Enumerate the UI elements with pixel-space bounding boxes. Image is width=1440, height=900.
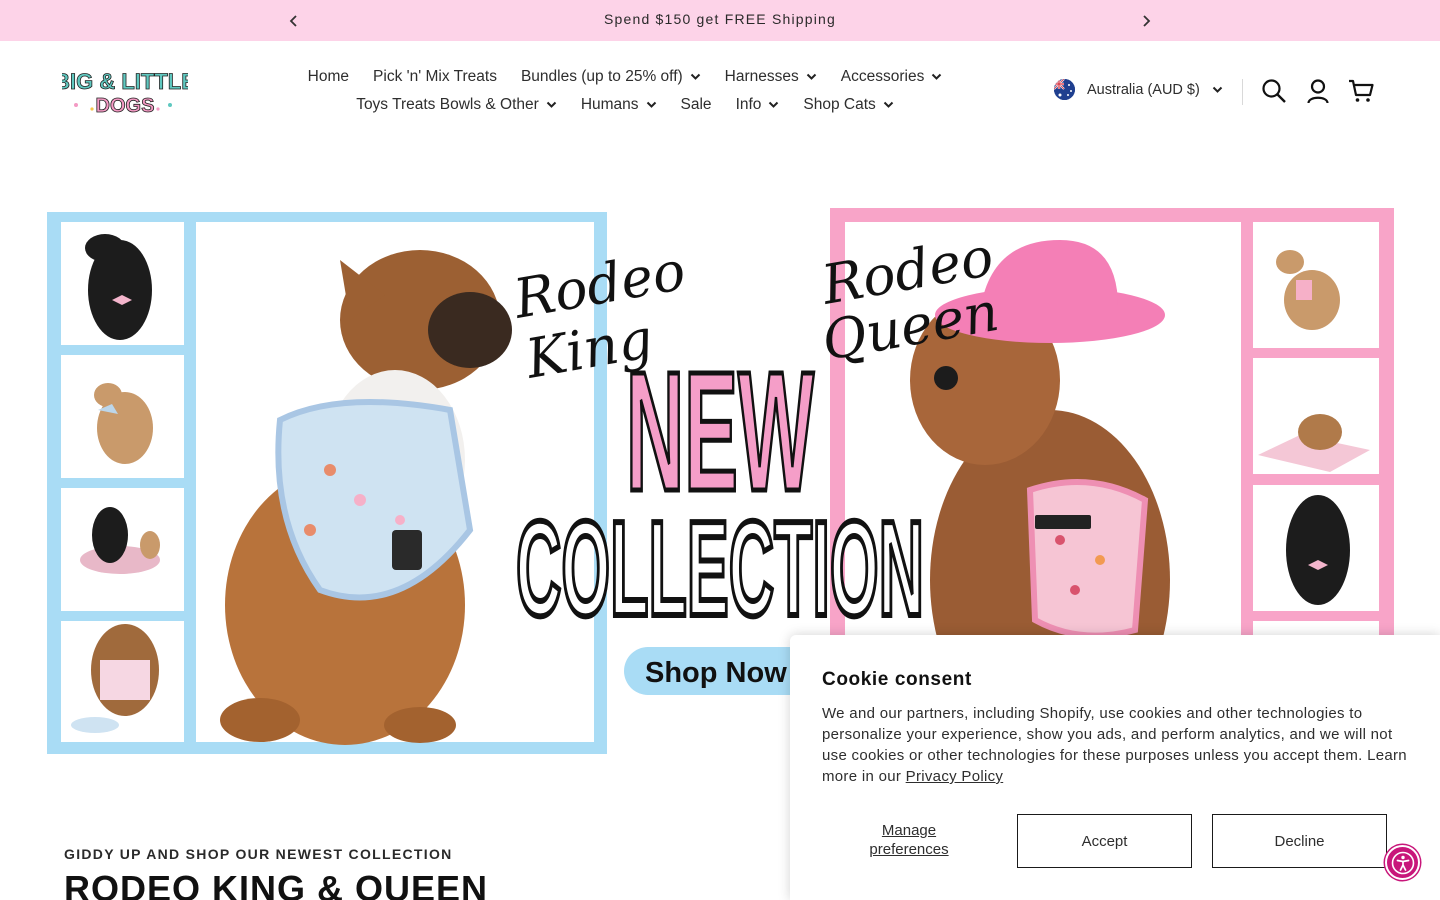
announcement-bar: Spend $150 get FREE Shipping	[0, 0, 1440, 41]
nav-item-label: Bundles (up to 25% off)	[520, 68, 683, 85]
nav-item-harnesses[interactable]: Harnesses	[725, 68, 817, 86]
cookie-title: Cookie consent	[822, 669, 972, 690]
logo-graphic: BIG & LITTLE DOGS	[54, 69, 197, 118]
chevron-down-icon	[932, 73, 942, 80]
section-kicker: GIDDY UP AND SHOP OUR NEWEST COLLECTION	[64, 846, 453, 862]
nav-item-label: Sale	[680, 96, 712, 113]
chevron-down-icon	[883, 101, 894, 108]
hero-headline-collection: COLLECTION	[516, 493, 924, 644]
main-nav: Home Pick 'n' Mix Treats Bundles (up to 25…	[300, 63, 950, 119]
nav-item-bundles-up-to-25-off[interactable]: Bundles (up to 25% off)	[521, 68, 701, 86]
decline-button[interactable]: Decline	[1212, 814, 1387, 868]
cookie-body: We and our partners, including Shopify, …	[822, 703, 1414, 787]
nav-item-label: Toys Treats Bowls & Other	[356, 96, 539, 113]
locale-selector[interactable]: Australia (AUD $)	[1054, 79, 1223, 100]
announcement-next-button[interactable]	[1135, 10, 1157, 32]
shop-now-label: Shop Now	[645, 657, 787, 689]
section-title: RODEO KING & QUEEN	[64, 868, 489, 900]
cookie-consent-dialog: Cookie consent We and our partners, incl…	[790, 635, 1440, 900]
nav-item-humans[interactable]: Humans	[581, 96, 657, 114]
nav-item-label: Harnesses	[724, 68, 799, 85]
nav-item-pick-n-mix-treats[interactable]: Pick 'n' Mix Treats	[373, 68, 497, 86]
search-icon	[1262, 79, 1286, 103]
chevron-down-icon	[646, 101, 656, 108]
nav-item-info[interactable]: Info	[736, 96, 780, 114]
nav-item-accessories[interactable]: Accessories	[841, 68, 943, 86]
nav-item-toys-treats-bowls-other[interactable]: Toys Treats Bowls & Other	[356, 96, 557, 114]
nav-item-label: Shop Cats	[803, 96, 876, 113]
nav-row-2: Toys Treats Bowls & Other Humans Sale Info S…	[300, 91, 950, 119]
nav-item-label: Accessories	[840, 68, 925, 85]
cart-button[interactable]	[1348, 78, 1374, 104]
australia-flag-icon	[1054, 79, 1075, 100]
account-icon	[1307, 79, 1329, 104]
nav-item-label: Pick 'n' Mix Treats	[373, 68, 497, 85]
chevron-down-icon	[1212, 86, 1223, 93]
locale-label: Australia (AUD $)	[1087, 81, 1200, 98]
logo[interactable]: BIG & LITTLE DOGS	[54, 59, 197, 118]
header-divider	[1242, 79, 1243, 105]
manage-preferences-link[interactable]: Manage preferences	[850, 821, 968, 859]
nav-item-label: Humans	[580, 96, 639, 113]
cart-icon	[1349, 79, 1374, 102]
accessibility-icon	[1391, 851, 1414, 874]
announcement-text: Spend $150 get FREE Shipping	[603, 11, 837, 27]
nav-item-label: Info	[735, 96, 762, 113]
chevron-down-icon	[546, 101, 557, 108]
logo-line2: DOGS	[96, 95, 155, 117]
account-button[interactable]	[1305, 78, 1331, 104]
accept-button[interactable]: Accept	[1017, 814, 1192, 868]
privacy-policy-link[interactable]: Privacy Policy	[906, 768, 1004, 785]
logo-line1: BIG & LITTLE	[62, 69, 188, 94]
site-header: BIG & LITTLE DOGS Home Pick 'n' Mix Treat…	[0, 41, 1440, 141]
nav-item-shop-cats[interactable]: Shop Cats	[803, 96, 894, 114]
chevron-right-icon	[1143, 15, 1151, 27]
chevron-down-icon	[690, 73, 700, 80]
chevron-down-icon	[806, 73, 816, 80]
nav-item-sale[interactable]: Sale	[681, 96, 712, 114]
nav-row-1: Home Pick 'n' Mix Treats Bundles (up to 25…	[300, 63, 950, 91]
search-button[interactable]	[1261, 78, 1287, 104]
nav-item-home[interactable]: Home	[308, 68, 349, 86]
chevron-down-icon	[769, 101, 779, 108]
nav-item-label: Home	[307, 68, 350, 85]
accessibility-button[interactable]	[1385, 845, 1420, 880]
